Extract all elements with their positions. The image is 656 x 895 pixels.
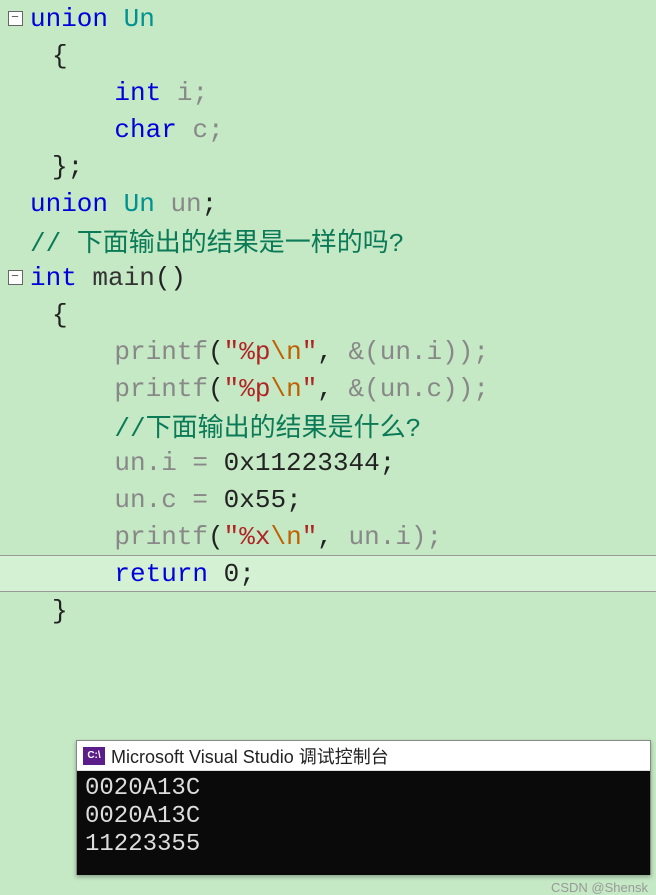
console-output: 0020A13C 0020A13C 11223355 <box>77 771 650 875</box>
code-line: { <box>0 296 656 333</box>
code-text: } <box>52 596 656 626</box>
console-line: 11223355 <box>85 831 642 859</box>
code-text: return 0; <box>52 559 656 589</box>
code-editor: − union Un { int i; char c; }; union Un … <box>0 0 656 629</box>
code-line: union Un un; <box>0 185 656 222</box>
code-line: //下面输出的结果是什么? <box>0 407 656 444</box>
fold-minus-icon[interactable]: − <box>8 11 23 26</box>
code-line: − union Un <box>0 0 656 37</box>
fold-gutter: − <box>0 270 30 285</box>
code-line: // 下面输出的结果是一样的吗? <box>0 222 656 259</box>
code-text: printf("%x\n", un.i); <box>52 522 656 552</box>
code-line: − int main() <box>0 259 656 296</box>
code-text: int main() <box>30 263 656 293</box>
code-text: int i; <box>52 78 656 108</box>
code-line: un.c = 0x55; <box>0 481 656 518</box>
debug-console-window: C:\ Microsoft Visual Studio 调试控制台 0020A1… <box>76 740 651 875</box>
code-text: { <box>52 41 656 71</box>
code-text: }; <box>52 152 656 182</box>
console-line: 0020A13C <box>85 803 642 831</box>
code-text: printf("%p\n", &(un.c)); <box>52 374 656 404</box>
code-line-current: return 0; <box>0 555 656 592</box>
fold-minus-icon[interactable]: − <box>8 270 23 285</box>
code-text: //下面输出的结果是什么? <box>52 407 656 444</box>
code-line: printf("%x\n", un.i); <box>0 518 656 555</box>
code-line: printf("%p\n", &(un.i)); <box>0 333 656 370</box>
code-text: // 下面输出的结果是一样的吗? <box>30 222 656 259</box>
code-text: un.i = 0x11223344; <box>52 448 656 478</box>
code-text: { <box>52 300 656 330</box>
code-text: printf("%p\n", &(un.i)); <box>52 337 656 367</box>
console-title-bar[interactable]: C:\ Microsoft Visual Studio 调试控制台 <box>77 741 650 771</box>
code-text: un.c = 0x55; <box>52 485 656 515</box>
code-line: printf("%p\n", &(un.c)); <box>0 370 656 407</box>
code-text: char c; <box>52 115 656 145</box>
code-text: union Un un; <box>30 189 656 219</box>
console-icon: C:\ <box>83 747 105 765</box>
fold-gutter: − <box>0 11 30 26</box>
code-line: un.i = 0x11223344; <box>0 444 656 481</box>
console-title: Microsoft Visual Studio 调试控制台 <box>111 743 389 769</box>
console-line: 0020A13C <box>85 775 642 803</box>
code-line: { <box>0 37 656 74</box>
code-line: }; <box>0 148 656 185</box>
code-line: char c; <box>0 111 656 148</box>
code-line: } <box>0 592 656 629</box>
code-line: int i; <box>0 74 656 111</box>
code-text: union Un <box>30 4 656 34</box>
